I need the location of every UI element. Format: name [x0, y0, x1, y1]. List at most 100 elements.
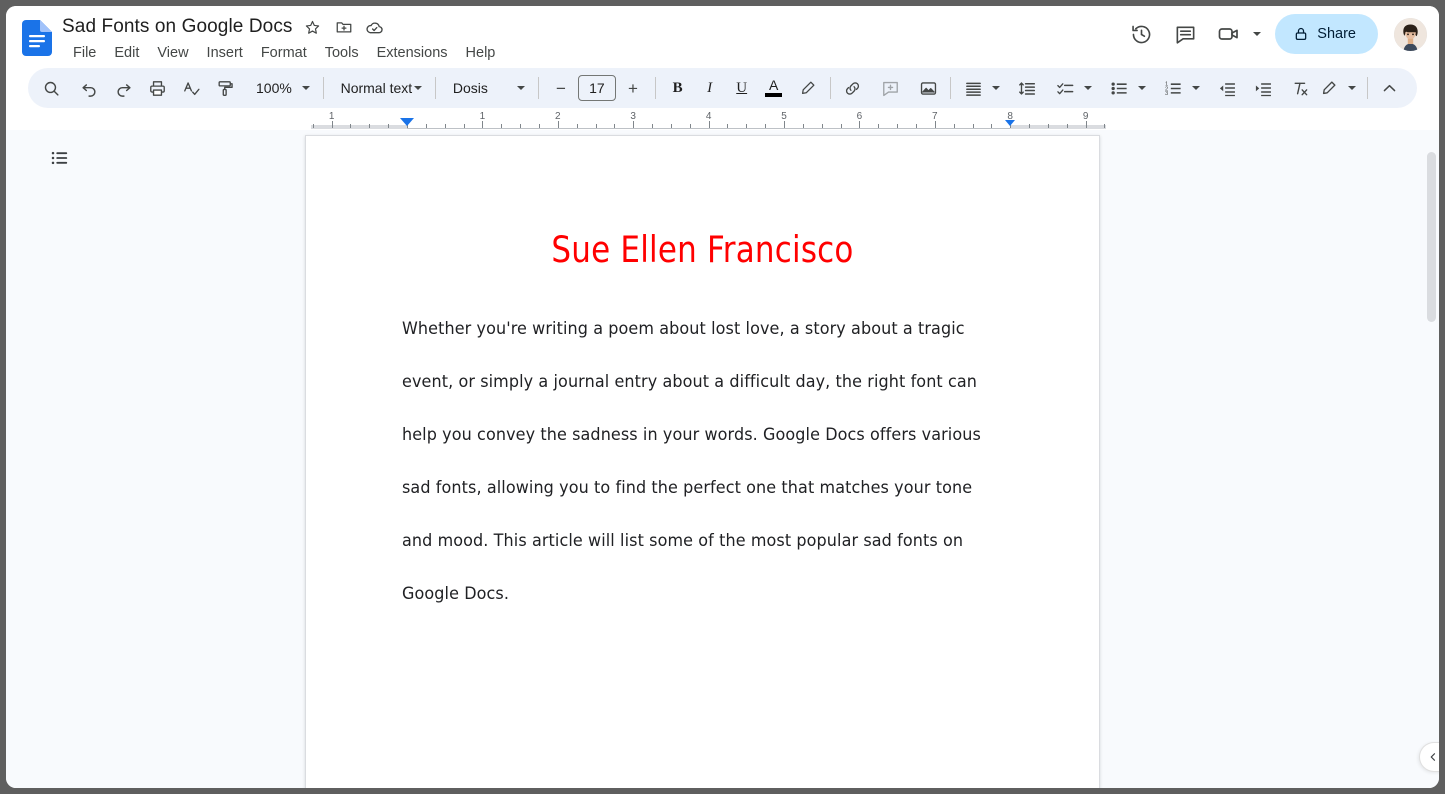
- plus-icon: +: [627, 78, 638, 98]
- document-title[interactable]: Sad Fonts on Google Docs: [62, 14, 293, 40]
- increase-indent-icon[interactable]: [1248, 73, 1278, 103]
- version-history-icon[interactable]: [1121, 14, 1161, 54]
- ruler-tick: [520, 124, 522, 128]
- vertical-scrollbar[interactable]: [1427, 152, 1436, 322]
- menu-item-format[interactable]: Format: [252, 42, 316, 64]
- right-indent-marker[interactable]: [1005, 120, 1016, 126]
- ruler-tick: [1085, 121, 1087, 128]
- chevron-down-icon[interactable]: [1249, 32, 1265, 36]
- menu-item-edit[interactable]: Edit: [105, 42, 148, 64]
- start-meeting-button[interactable]: [1209, 14, 1265, 54]
- text-color-button[interactable]: A: [759, 73, 789, 103]
- document-outline-icon[interactable]: [44, 142, 76, 174]
- document-paragraph[interactable]: Whether you're writing a poem about lost…: [402, 302, 1003, 620]
- ruler[interactable]: 1123456789: [6, 108, 1439, 130]
- ruler-track[interactable]: 1123456789: [311, 108, 1106, 130]
- paint-format-icon[interactable]: [210, 73, 240, 103]
- bulleted-list-dropdown-button[interactable]: [1134, 73, 1150, 103]
- docs-logo-icon[interactable]: [22, 20, 52, 56]
- ruler-tick: [802, 124, 804, 128]
- left-indent-marker[interactable]: [400, 118, 414, 126]
- font-size-input[interactable]: [577, 75, 616, 101]
- ruler-tick: [1066, 124, 1068, 128]
- clear-formatting-icon[interactable]: [1284, 73, 1314, 103]
- search-icon[interactable]: [36, 73, 66, 103]
- bold-button[interactable]: B: [663, 73, 693, 103]
- ruler-tick: [501, 124, 503, 128]
- ruler-tick: [557, 121, 559, 128]
- redo-icon[interactable]: [108, 73, 138, 103]
- menu-item-help[interactable]: Help: [457, 42, 505, 64]
- add-comment-icon[interactable]: [875, 73, 905, 103]
- move-to-folder-icon[interactable]: [333, 16, 355, 38]
- google-docs-window: Sad Fonts on Google Docs File Edit View …: [6, 6, 1439, 788]
- print-icon[interactable]: [142, 73, 172, 103]
- avatar[interactable]: [1394, 17, 1427, 51]
- zoom-control[interactable]: 100%: [246, 73, 316, 103]
- star-icon[interactable]: [302, 16, 324, 38]
- paragraph-style-select[interactable]: Normal text: [331, 73, 429, 103]
- bulleted-list-icon[interactable]: [1104, 73, 1134, 103]
- collapse-toolbar-button[interactable]: [1375, 73, 1405, 103]
- editing-mode-dropdown-button[interactable]: [1344, 73, 1360, 103]
- ruler-tick: [331, 121, 333, 128]
- chevron-down-icon: [1084, 86, 1093, 90]
- numbered-list-dropdown-button[interactable]: [1188, 73, 1204, 103]
- align-dropdown-button[interactable]: [988, 73, 1004, 103]
- undo-icon[interactable]: [74, 73, 104, 103]
- insert-link-icon[interactable]: [837, 73, 867, 103]
- checklist-icon[interactable]: [1050, 73, 1080, 103]
- underline-button[interactable]: U: [727, 73, 757, 103]
- ruler-tick: [991, 124, 993, 128]
- decrease-indent-icon[interactable]: [1212, 73, 1242, 103]
- increase-font-size-button[interactable]: +: [618, 73, 648, 103]
- collapse-panel-button[interactable]: [1419, 742, 1439, 772]
- chevron-down-icon: [517, 86, 526, 90]
- menu-item-file[interactable]: File: [64, 42, 105, 64]
- ruler-tick: [482, 121, 484, 128]
- font-family-value: Dosis: [452, 80, 488, 96]
- ruler-right-margin: [1010, 125, 1106, 129]
- decrease-font-size-button[interactable]: −: [546, 73, 576, 103]
- ruler-tick: [689, 124, 691, 128]
- italic-button[interactable]: I: [695, 73, 725, 103]
- comment-history-icon[interactable]: [1165, 14, 1205, 54]
- ruler-tick: [840, 124, 842, 128]
- menu-item-tools[interactable]: Tools: [316, 42, 368, 64]
- divider: [538, 77, 539, 99]
- highlight-pen-icon[interactable]: [793, 73, 823, 103]
- checklist-dropdown-button[interactable]: [1080, 73, 1096, 103]
- document-page[interactable]: Sue Ellen Francisco Whether you're writi…: [305, 135, 1100, 788]
- chevron-down-icon: [1138, 86, 1147, 90]
- font-size-stepper: − +: [546, 73, 648, 103]
- chevron-down-icon: [414, 86, 423, 90]
- text-align-icon[interactable]: [958, 73, 988, 103]
- video-camera-icon[interactable]: [1209, 14, 1249, 54]
- text-color-swatch: [765, 93, 783, 97]
- chevron-left-icon: [1427, 751, 1439, 763]
- font-family-select[interactable]: Dosis: [443, 73, 531, 103]
- numbered-list-icon[interactable]: 1 2 3: [1158, 73, 1188, 103]
- insert-image-icon[interactable]: [913, 73, 943, 103]
- divider: [322, 77, 324, 99]
- divider: [435, 77, 436, 99]
- svg-text:3: 3: [1165, 91, 1168, 97]
- edit-pencil-icon[interactable]: [1314, 73, 1344, 103]
- menu-item-view[interactable]: View: [148, 42, 197, 64]
- menu-item-extensions[interactable]: Extensions: [368, 42, 457, 64]
- document-canvas: Sue Ellen Francisco Whether you're writi…: [6, 130, 1439, 788]
- ruler-tick: [576, 124, 578, 128]
- spellcheck-icon[interactable]: [176, 73, 206, 103]
- ruler-tick: [934, 121, 936, 128]
- ruler-tick: [369, 124, 371, 128]
- toolbar-container: 100% Normal text Dosis − +: [6, 68, 1439, 108]
- ruler-tick: [859, 121, 861, 128]
- document-heading[interactable]: Sue Ellen Francisco: [402, 229, 1003, 271]
- share-button[interactable]: Share: [1275, 14, 1378, 54]
- cloud-saved-icon[interactable]: [364, 16, 386, 38]
- menu-item-insert[interactable]: Insert: [198, 42, 252, 64]
- ruler-tick: [1047, 124, 1049, 128]
- ruler-tick: [727, 124, 729, 128]
- ruler-tick: [1029, 124, 1031, 128]
- line-spacing-icon[interactable]: [1012, 73, 1042, 103]
